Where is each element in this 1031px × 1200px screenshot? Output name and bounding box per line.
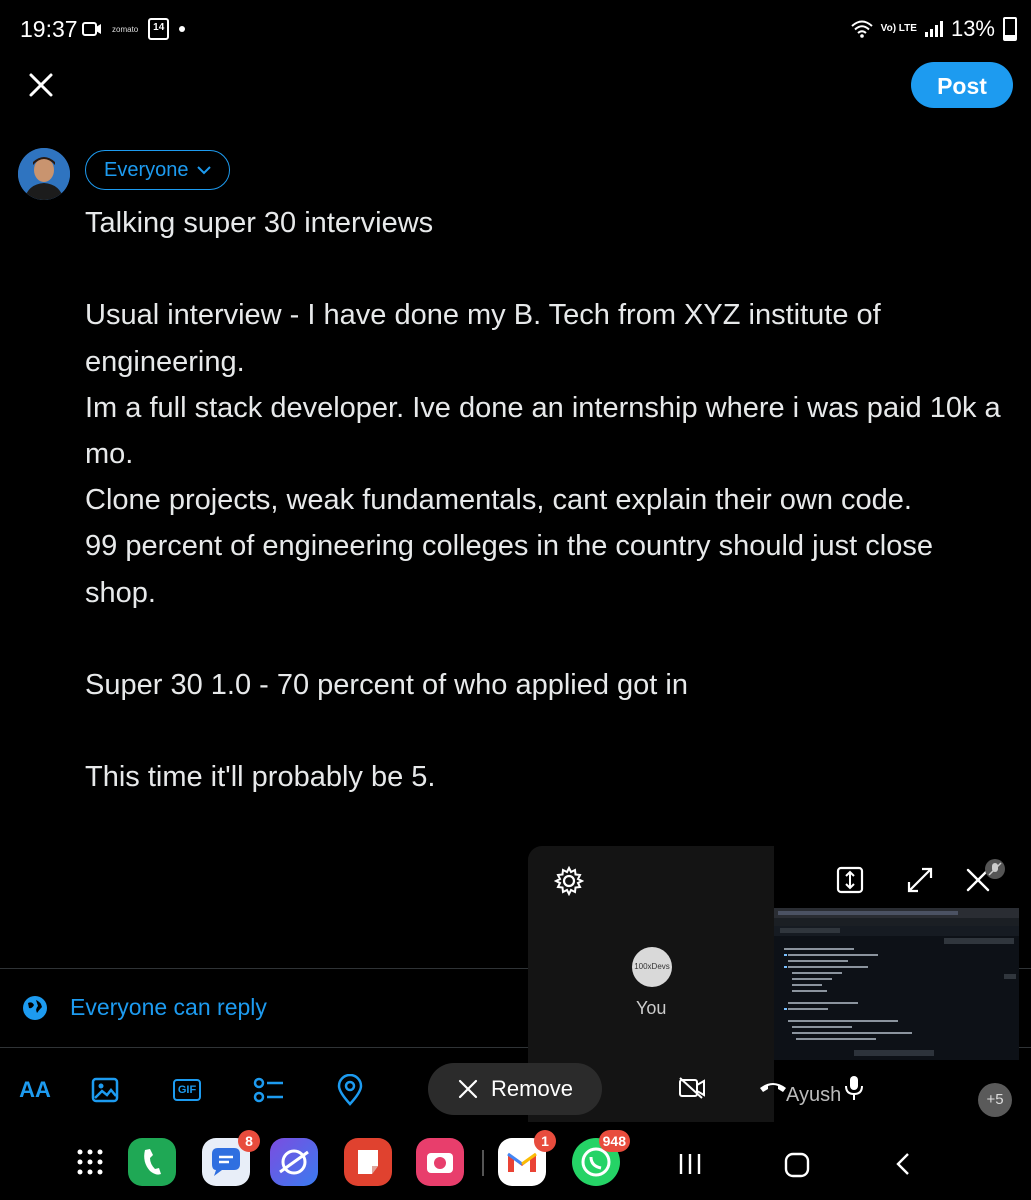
app-drawer-button[interactable]: [76, 1148, 104, 1181]
location-pin-icon: [337, 1074, 363, 1106]
recents-button[interactable]: [678, 1152, 702, 1181]
remove-label: Remove: [491, 1076, 573, 1101]
mic-button[interactable]: [844, 1074, 864, 1107]
grid-dots-icon: [77, 1149, 103, 1175]
network-type-label: Vo) LTE: [880, 23, 917, 34]
whatsapp-badge: 948: [598, 1130, 630, 1152]
poll-icon: [253, 1077, 283, 1103]
globe-icon: [23, 995, 47, 1020]
gmail-app-icon[interactable]: 1: [498, 1130, 556, 1186]
avatar-image: [18, 148, 70, 200]
gmail-badge: 1: [534, 1130, 556, 1152]
status-left-icons: zomato 14: [82, 18, 186, 40]
call-settings-button[interactable]: [553, 865, 585, 901]
audience-selector[interactable]: Everyone: [85, 150, 230, 190]
gif-button[interactable]: GIF: [170, 1073, 204, 1107]
close-icon: [458, 1079, 478, 1099]
phone-icon: [144, 1149, 161, 1175]
gear-icon: [553, 865, 585, 897]
home-button[interactable]: [784, 1152, 810, 1183]
video-icon: [82, 22, 101, 36]
notes-app-icon[interactable]: [344, 1138, 392, 1186]
zomato-notification-icon: zomato: [112, 24, 139, 34]
expand-button[interactable]: [906, 866, 934, 899]
browser-app-icon[interactable]: [270, 1138, 318, 1186]
note-icon: [358, 1150, 378, 1174]
more-participants-badge[interactable]: +5: [978, 1083, 1012, 1117]
self-avatar: 100xDevs: [632, 947, 672, 987]
video-off-icon: [679, 1077, 705, 1099]
remove-button[interactable]: Remove: [428, 1063, 602, 1115]
compose-textarea[interactable]: Talking super 30 interviews Usual interv…: [85, 200, 1005, 801]
text-size-icon: AA: [19, 1077, 51, 1102]
expand-icon: [907, 867, 933, 893]
status-right-icons: Vo) LTE 13%: [850, 16, 1017, 42]
chevron-down-icon: [196, 166, 211, 175]
battery-icon: [1003, 17, 1017, 41]
dock-separator: [482, 1150, 484, 1176]
internet-planet-icon: [279, 1149, 309, 1175]
audience-label: Everyone: [104, 158, 189, 181]
messages-badge: 8: [238, 1130, 260, 1152]
status-time: 19:37: [20, 16, 78, 42]
close-icon: [29, 73, 53, 97]
close-button[interactable]: [24, 68, 58, 102]
home-icon: [784, 1152, 810, 1178]
recents-icon: [679, 1154, 701, 1174]
image-icon: [91, 1077, 119, 1103]
back-button[interactable]: [892, 1152, 916, 1181]
signal-icon: [924, 21, 943, 37]
microphone-icon: [845, 1076, 863, 1100]
shared-code-editor-image: [774, 908, 1019, 1056]
poll-button[interactable]: [252, 1073, 286, 1107]
post-button[interactable]: Post: [911, 62, 1013, 108]
split-screen-icon: [836, 866, 864, 894]
reply-setting-label: Everyone can reply: [70, 994, 267, 1020]
camera-toggle-button[interactable]: [678, 1076, 706, 1105]
whatsapp-app-icon[interactable]: 948: [572, 1130, 630, 1186]
messages-app-icon[interactable]: 8: [202, 1130, 260, 1186]
gif-icon: GIF: [172, 1079, 202, 1101]
wifi-icon: [850, 20, 873, 38]
battery-percent: 13%: [950, 16, 995, 41]
reply-setting[interactable]: Everyone can reply: [22, 994, 267, 1021]
location-button[interactable]: [333, 1073, 367, 1107]
camera-icon: [427, 1153, 453, 1173]
notification-dot: [179, 26, 186, 32]
phone-app-icon[interactable]: [128, 1138, 176, 1186]
status-bar: 19:37 zomato 14 Vo) LTE 13%: [0, 0, 1031, 58]
self-label: You: [636, 998, 667, 1018]
media-button[interactable]: [88, 1073, 122, 1107]
back-chevron-icon: [896, 1153, 909, 1175]
phone-hangup-icon: [760, 1083, 786, 1092]
participant-name: Ayush: [786, 1084, 842, 1106]
split-view-button[interactable]: [836, 866, 864, 899]
font-size-button[interactable]: AA: [18, 1073, 52, 1107]
hang-up-button[interactable]: [758, 1078, 788, 1103]
mic-muted-icon: [984, 858, 1006, 885]
camera-app-icon[interactable]: [416, 1138, 464, 1186]
screen-share-preview[interactable]: [774, 908, 1019, 1060]
avatar[interactable]: [18, 148, 70, 200]
calendar-icon: 14: [148, 18, 170, 40]
